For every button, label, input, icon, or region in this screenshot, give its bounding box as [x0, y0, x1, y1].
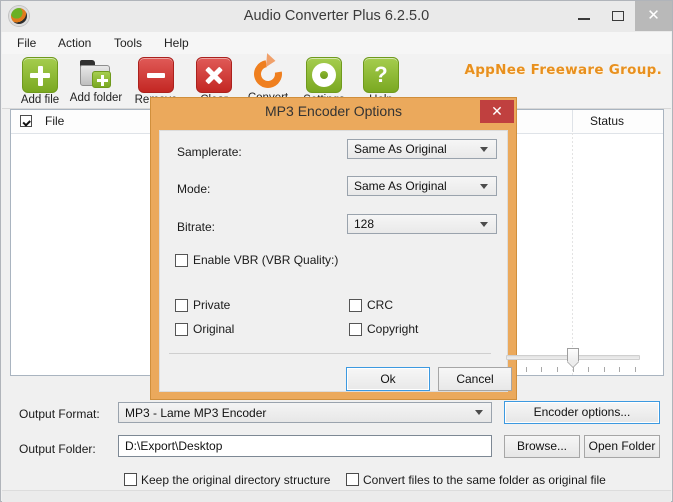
dialog-close-button[interactable]: ✕ — [480, 100, 514, 123]
same-folder-label[interactable]: Convert files to the same folder as orig… — [363, 473, 606, 487]
original-checkbox[interactable] — [175, 323, 188, 336]
bitrate-label: Bitrate: — [177, 220, 216, 234]
mode-label: Mode: — [177, 182, 211, 196]
menu-item-action[interactable]: Action — [51, 34, 98, 52]
minimize-icon — [578, 18, 590, 20]
title-bar: Audio Converter Plus 6.2.5.0 ✕ — [1, 1, 672, 32]
enable-vbr-checkbox[interactable] — [175, 254, 188, 267]
mode-combo[interactable]: Same As Original — [347, 176, 497, 196]
crc-checkbox[interactable] — [349, 299, 362, 312]
copyright-label: Copyright — [367, 322, 419, 336]
mp3-encoder-options-dialog: MP3 Encoder Options ✕ Samplerate: Same A… — [150, 97, 640, 400]
slider-ticks — [506, 367, 640, 372]
crc-label: CRC — [367, 298, 393, 312]
chevron-down-icon — [475, 410, 483, 415]
output-folder-input[interactable]: D:\Export\Desktop — [118, 435, 492, 457]
slider-thumb[interactable] — [567, 348, 579, 362]
vbr-quality-slider[interactable] — [506, 348, 640, 372]
settings-gear-icon — [306, 57, 342, 93]
toolbar-label-add-file: Add file — [20, 94, 60, 106]
convert-icon — [248, 53, 288, 94]
chevron-down-icon — [480, 147, 488, 152]
menu-item-help[interactable]: Help — [157, 34, 196, 52]
close-icon: ✕ — [647, 7, 660, 24]
output-folder-value: D:\Export\Desktop — [125, 439, 223, 453]
encoder-options-button[interactable]: Encoder options... — [504, 401, 660, 424]
private-checkbox[interactable] — [175, 299, 188, 312]
menu-item-tools[interactable]: Tools — [107, 34, 149, 52]
column-divider[interactable] — [572, 110, 573, 132]
chevron-down-icon — [480, 184, 488, 189]
original-label: Original — [193, 322, 235, 336]
mode-value: Same As Original — [354, 179, 447, 193]
menu-item-file[interactable]: File — [10, 34, 43, 52]
add-folder-icon — [79, 57, 113, 91]
samplerate-combo[interactable]: Same As Original — [347, 139, 497, 159]
open-folder-button[interactable]: Open Folder — [584, 435, 660, 458]
enable-vbr-label: Enable VBR (VBR Quality:) — [193, 253, 339, 267]
column-grid-line — [572, 133, 573, 376]
column-header-status[interactable]: Status — [590, 114, 624, 128]
toolbar-button-add-file[interactable]: Add file — [8, 57, 72, 106]
output-folder-label: Output Folder: — [19, 442, 96, 456]
dialog-cancel-button[interactable]: Cancel — [438, 367, 512, 391]
chevron-down-icon — [480, 222, 488, 227]
private-label: Private — [193, 298, 231, 312]
output-format-value: MP3 - Lame MP3 Encoder — [125, 406, 267, 420]
toolbar-button-add-folder[interactable]: Add folder — [64, 57, 128, 104]
dialog-ok-button[interactable]: Ok — [346, 367, 430, 391]
dialog-title: MP3 Encoder Options — [265, 103, 402, 119]
minimize-button[interactable] — [567, 1, 601, 31]
add-file-icon — [22, 57, 58, 93]
dialog-separator — [169, 353, 491, 354]
copyright-checkbox[interactable] — [349, 323, 362, 336]
clear-icon — [196, 57, 232, 93]
samplerate-label: Samplerate: — [177, 145, 242, 159]
select-all-checkbox[interactable] — [20, 115, 32, 127]
same-folder-checkbox[interactable] — [346, 473, 359, 486]
bitrate-value: 128 — [354, 217, 375, 231]
samplerate-value: Same As Original — [354, 142, 447, 156]
watermark-text: AppNee Freeware Group. — [464, 62, 662, 78]
maximize-button[interactable] — [601, 1, 635, 31]
maximize-icon — [612, 11, 624, 21]
menu-bar: File Action Tools Help — [2, 32, 671, 55]
toolbar-label-add-folder: Add folder — [69, 92, 123, 104]
keep-structure-checkbox[interactable] — [124, 473, 137, 486]
output-format-combo[interactable]: MP3 - Lame MP3 Encoder — [118, 402, 492, 423]
status-bar — [2, 490, 671, 502]
close-button[interactable]: ✕ — [635, 1, 672, 31]
column-header-file[interactable]: File — [45, 114, 64, 128]
browse-button[interactable]: Browse... — [504, 435, 580, 458]
remove-icon — [138, 57, 174, 93]
bitrate-combo[interactable]: 128 — [347, 214, 497, 234]
application-window: Audio Converter Plus 6.2.5.0 ✕ File Acti… — [0, 0, 673, 502]
keep-structure-label[interactable]: Keep the original directory structure — [141, 473, 330, 487]
help-question-icon: ? — [363, 57, 399, 93]
output-format-label: Output Format: — [19, 407, 100, 421]
